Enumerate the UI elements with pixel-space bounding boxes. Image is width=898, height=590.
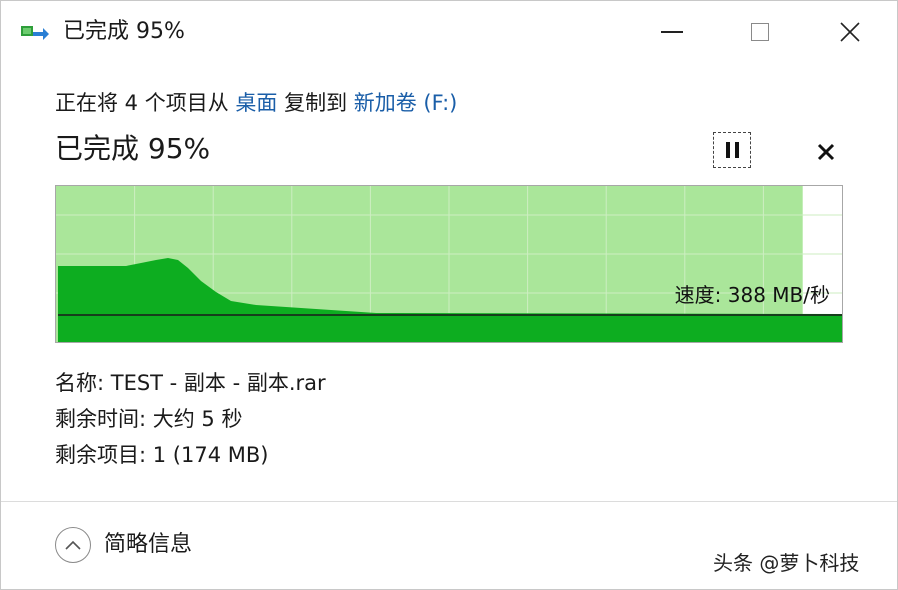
items-remaining: 剩余项目: 1 (174 MB) bbox=[55, 443, 269, 467]
copy-transfer-icon bbox=[21, 23, 49, 43]
maximize-button[interactable] bbox=[737, 9, 783, 55]
copy-middle: 复制到 bbox=[277, 91, 354, 115]
minimize-icon bbox=[661, 31, 683, 33]
minimize-button[interactable] bbox=[649, 9, 695, 55]
time-remaining: 剩余时间: 大约 5 秒 bbox=[55, 407, 243, 431]
watermark: 头条 @萝卜科技 bbox=[713, 551, 860, 575]
transfer-speed-graph: 速度: 388 MB/秒 bbox=[55, 185, 843, 343]
cancel-copy-button[interactable] bbox=[809, 135, 843, 169]
less-details-button[interactable] bbox=[55, 527, 91, 563]
source-link[interactable]: 桌面 bbox=[235, 91, 277, 115]
speed-graph-canvas bbox=[56, 186, 842, 342]
speed-label: 速度: 388 MB/秒 bbox=[674, 283, 830, 307]
pause-button[interactable] bbox=[713, 132, 751, 168]
copy-description: 正在将 4 个项目从 桌面 复制到 新加卷 (F:) bbox=[55, 87, 457, 119]
cancel-icon bbox=[817, 143, 835, 161]
copy-prefix: 正在将 4 个项目从 bbox=[55, 91, 236, 115]
progress-title: 已完成 95% bbox=[55, 132, 211, 165]
destination-link[interactable]: 新加卷 (F:) bbox=[354, 91, 458, 115]
close-window-button[interactable] bbox=[827, 9, 873, 55]
chevron-up-icon bbox=[65, 540, 81, 550]
window-title: 已完成 95% bbox=[63, 19, 185, 44]
copy-progress-window: 已完成 95% 正在将 4 个项目从 桌面 复制到 新加卷 (F:) 已完成 9… bbox=[0, 0, 898, 590]
title-bar[interactable]: 已完成 95% bbox=[1, 1, 897, 63]
pause-icon bbox=[725, 142, 730, 158]
file-name: 名称: TEST - 副本 - 副本.rar bbox=[55, 371, 326, 395]
close-icon bbox=[840, 22, 860, 42]
maximize-icon bbox=[751, 23, 769, 41]
less-details-label[interactable]: 简略信息 bbox=[104, 530, 192, 560]
